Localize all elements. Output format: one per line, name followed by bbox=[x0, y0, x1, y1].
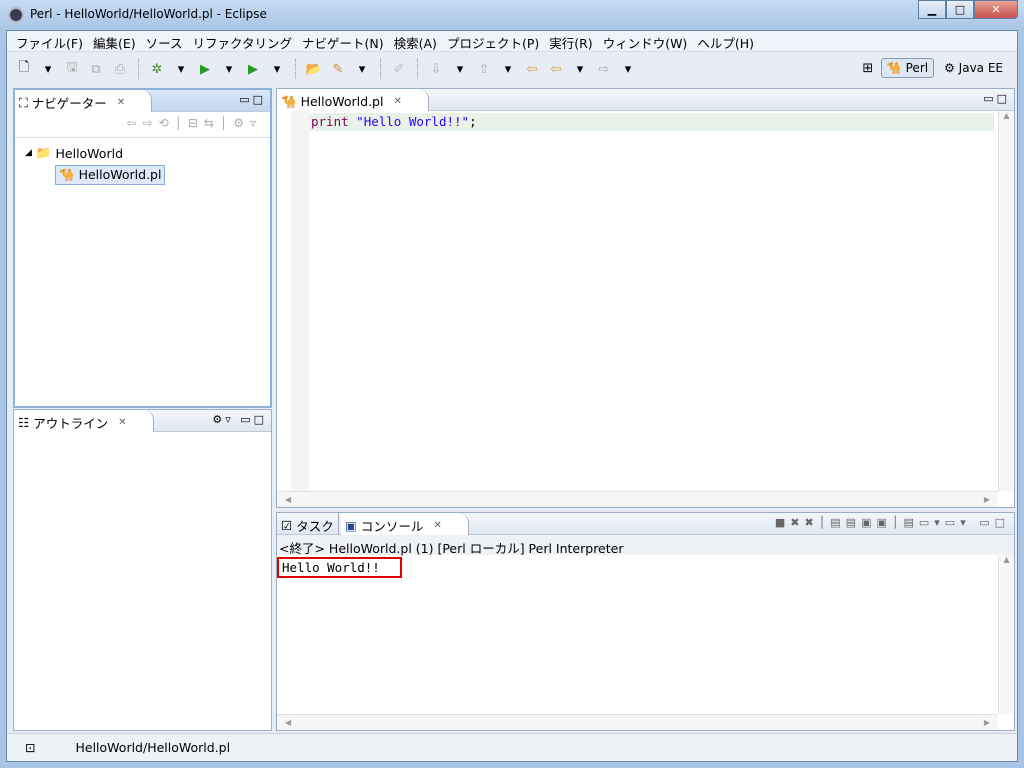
close-tab-icon[interactable]: ✕ bbox=[117, 97, 125, 108]
editor-tab-label: HelloWorld.pl bbox=[300, 94, 384, 109]
console-icon: ▣ bbox=[345, 518, 357, 533]
debug-icon[interactable]: ✲ bbox=[148, 60, 166, 78]
save-icon[interactable]: 🖫 bbox=[63, 60, 81, 78]
status-path: HelloWorld/HelloWorld.pl bbox=[75, 740, 231, 755]
perspective-perl-label: Perl bbox=[905, 61, 929, 75]
minimize-maximize-icons[interactable]: ▭□ bbox=[239, 93, 266, 106]
close-tab-icon[interactable]: ✕ bbox=[393, 96, 401, 107]
navigator-title: ナビゲーター bbox=[31, 96, 107, 111]
tab-navigator[interactable]: ⛶ ナビゲーター ✕ bbox=[15, 90, 153, 112]
dropdown-icon[interactable]: ▾ bbox=[619, 60, 637, 78]
new-icon[interactable]: 🗋 bbox=[15, 60, 33, 78]
open-folder-icon[interactable]: 📂 bbox=[305, 60, 323, 78]
eclipse-icon bbox=[8, 7, 24, 23]
outline-view-controls[interactable]: ⚙▿ ▭□ bbox=[212, 413, 267, 426]
console-output-highlighted[interactable]: Hello World!! bbox=[277, 557, 402, 578]
menu-run[interactable]: 実行(R) bbox=[544, 31, 597, 51]
menu-file[interactable]: ファイル(F) bbox=[11, 31, 88, 51]
forward-icon[interactable]: ⇨ bbox=[595, 60, 613, 78]
console-label: コンソール bbox=[360, 519, 424, 534]
navigator-tree: ◢ 📁 HelloWorld 🐪 HelloWorld.pl bbox=[15, 138, 270, 190]
menu-bar: ファイル(F) 編集(E) ソース リファクタリング ナビゲート(N) 検索(A… bbox=[7, 31, 1017, 52]
editor-panel: 🐪 HelloWorld.pl ✕ ▭□ print "Hello World!!"… bbox=[276, 88, 1015, 508]
dropdown-icon[interactable]: ▾ bbox=[39, 60, 57, 78]
outline-title: アウトライン bbox=[33, 416, 109, 431]
code-string: "Hello World!!" bbox=[356, 114, 470, 129]
code-keyword: print bbox=[311, 114, 349, 129]
perl-file-icon: 🐪 bbox=[281, 93, 297, 109]
perspective-bar: ⊞ 🐪 Perl ⚙ Java EE bbox=[859, 58, 1009, 78]
code-semicolon: ; bbox=[469, 114, 477, 129]
menu-search[interactable]: 検索(A) bbox=[389, 31, 442, 51]
tree-item-file[interactable]: 🐪 HelloWorld.pl bbox=[25, 164, 260, 186]
file-label: HelloWorld.pl bbox=[78, 167, 162, 182]
console-horizontal-scrollbar[interactable]: ◀ ▶ bbox=[277, 714, 998, 730]
console-toolbar[interactable]: ■✖✖│▤▤▣▣│▤▭▾▭▾ ▭□ bbox=[775, 516, 1010, 529]
dropdown-icon[interactable]: ▾ bbox=[571, 60, 589, 78]
open-perspective-icon[interactable]: ⊞ bbox=[859, 59, 877, 77]
menu-refactor[interactable]: リファクタリング bbox=[188, 31, 298, 51]
minimize-button[interactable]: ▁ bbox=[918, 0, 946, 19]
tab-tasks[interactable]: ☑ タスク bbox=[277, 513, 339, 535]
editor-vertical-scrollbar[interactable]: ▲ bbox=[998, 111, 1014, 491]
pencil-icon[interactable]: ✎ bbox=[329, 60, 347, 78]
code-line-1[interactable]: print "Hello World!!"; bbox=[309, 113, 994, 131]
save-all-icon[interactable]: ⧉ bbox=[87, 60, 105, 78]
tasks-label: タスク bbox=[296, 519, 334, 534]
perl-file-icon: 🐪 bbox=[59, 167, 75, 182]
window-title: Perl - HelloWorld/HelloWorld.pl - Eclips… bbox=[30, 7, 267, 21]
tab-outline[interactable]: ☷ アウトライン ✕ bbox=[14, 410, 154, 432]
console-panel: ☑ タスク ▣ コンソール ✕ ■✖✖│▤▤▣▣│▤▭▾▭▾ ▭□ <終了> Hell… bbox=[276, 512, 1015, 731]
editor-ruler bbox=[291, 111, 309, 491]
outline-icon: ☷ bbox=[18, 415, 30, 430]
back-icon[interactable]: ⇦ bbox=[547, 60, 565, 78]
navigator-toolbar[interactable]: ⇦⇨⟲│⊟⇆│⚙▿ bbox=[15, 112, 270, 138]
dropdown-icon[interactable]: ▾ bbox=[220, 60, 238, 78]
project-folder-icon: 📁 bbox=[35, 145, 52, 160]
outline-panel: ☷ アウトライン ✕ ⚙▿ ▭□ bbox=[13, 409, 272, 731]
console-header: <終了> HelloWorld.pl (1) [Perl ローカル] Perl … bbox=[277, 535, 1014, 556]
tab-editor-helloworld[interactable]: 🐪 HelloWorld.pl ✕ bbox=[277, 89, 429, 111]
close-tab-icon[interactable]: ✕ bbox=[433, 520, 441, 531]
menu-navigate[interactable]: ナビゲート(N) bbox=[297, 31, 389, 51]
minimize-maximize-icons[interactable]: ▭□ bbox=[983, 92, 1010, 105]
dropdown-icon[interactable]: ▾ bbox=[499, 60, 517, 78]
dropdown-icon[interactable]: ▾ bbox=[172, 60, 190, 78]
perspective-javaee-label: Java EE bbox=[958, 61, 1003, 75]
tab-console[interactable]: ▣ コンソール ✕ bbox=[341, 513, 469, 535]
tree-item-project[interactable]: ◢ 📁 HelloWorld bbox=[25, 142, 260, 164]
prev-annotation-icon[interactable]: ⇧ bbox=[475, 60, 493, 78]
close-tab-icon[interactable]: ✕ bbox=[118, 417, 126, 428]
navigator-icon: ⛶ bbox=[19, 94, 28, 110]
console-vertical-scrollbar[interactable]: ▲ bbox=[998, 555, 1014, 714]
close-button[interactable]: ✕ bbox=[974, 0, 1018, 19]
new-fast-view-icon[interactable]: ⊡ bbox=[25, 740, 35, 755]
maximize-button[interactable]: □ bbox=[946, 0, 974, 19]
menu-edit[interactable]: 編集(E) bbox=[88, 31, 141, 51]
perspective-javaee[interactable]: ⚙ Java EE bbox=[938, 58, 1009, 78]
menu-project[interactable]: プロジェクト(P) bbox=[442, 31, 544, 51]
perspective-perl[interactable]: 🐪 Perl bbox=[880, 58, 935, 78]
menu-help[interactable]: ヘルプ(H) bbox=[692, 31, 759, 51]
annotation-icon[interactable]: ✐ bbox=[390, 60, 408, 78]
tasks-icon: ☑ bbox=[281, 518, 293, 533]
project-label: HelloWorld bbox=[55, 145, 124, 161]
navigator-panel: ⛶ ナビゲーター ✕ ▭□ ⇦⇨⟲│⊟⇆│⚙▿ ◢ 📁 HelloWorld 🐪 Hel… bbox=[13, 88, 272, 408]
print-icon[interactable]: ⎙ bbox=[111, 60, 129, 78]
title-bar: Perl - HelloWorld/HelloWorld.pl - Eclips… bbox=[0, 0, 1024, 30]
dropdown-icon[interactable]: ▾ bbox=[451, 60, 469, 78]
external-tools-icon[interactable]: ▶ bbox=[244, 60, 262, 78]
editor-horizontal-scrollbar[interactable]: ◀ ▶ bbox=[277, 491, 998, 507]
menu-source[interactable]: ソース bbox=[141, 31, 188, 51]
menu-window[interactable]: ウィンドウ(W) bbox=[598, 31, 693, 51]
eclipse-window: ファイル(F) 編集(E) ソース リファクタリング ナビゲート(N) 検索(A… bbox=[6, 30, 1018, 762]
run-icon[interactable]: ▶ bbox=[196, 60, 214, 78]
dropdown-icon[interactable]: ▾ bbox=[268, 60, 286, 78]
status-bar: ⊡ HelloWorld/HelloWorld.pl bbox=[7, 733, 1017, 761]
dropdown-icon[interactable]: ▾ bbox=[353, 60, 371, 78]
next-annotation-icon[interactable]: ⇩ bbox=[427, 60, 445, 78]
last-edit-icon[interactable]: ⇦ bbox=[523, 60, 541, 78]
